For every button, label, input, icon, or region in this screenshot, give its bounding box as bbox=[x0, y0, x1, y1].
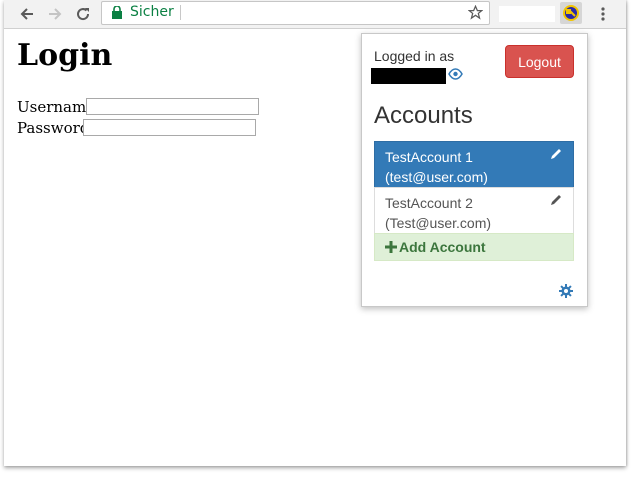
extension-placeholder bbox=[499, 6, 555, 22]
page-title: Login bbox=[17, 38, 113, 73]
account-item[interactable]: TestAccount 2 (Test@user.com) bbox=[374, 187, 574, 233]
gear-icon[interactable] bbox=[559, 284, 573, 298]
browser-menu-button[interactable] bbox=[593, 4, 613, 24]
address-separator bbox=[180, 5, 181, 20]
account-email: (Test@user.com) bbox=[385, 215, 492, 231]
extension-key-icon bbox=[563, 5, 579, 21]
pencil-icon[interactable] bbox=[549, 193, 563, 207]
extension-button[interactable] bbox=[560, 2, 582, 24]
logout-button[interactable]: Logout bbox=[505, 45, 574, 78]
redacted-username bbox=[371, 68, 446, 84]
browser-toolbar: Sicher bbox=[4, 0, 626, 29]
accounts-heading: Accounts bbox=[374, 102, 473, 129]
account-name: TestAccount 2 bbox=[385, 195, 473, 211]
add-account-button[interactable]: Add Account bbox=[374, 233, 574, 261]
reload-button[interactable] bbox=[73, 4, 93, 24]
pencil-icon[interactable] bbox=[549, 147, 563, 161]
reload-icon bbox=[77, 8, 90, 21]
lock-icon bbox=[112, 6, 122, 19]
kebab-menu-icon bbox=[601, 7, 605, 21]
extension-popup: Logged in as Logout Accounts TestAccount… bbox=[361, 33, 588, 307]
username-input[interactable] bbox=[86, 98, 259, 115]
star-icon[interactable] bbox=[468, 5, 483, 20]
plus-icon bbox=[385, 241, 397, 253]
logged-in-label: Logged in as bbox=[374, 48, 455, 64]
forward-button[interactable] bbox=[45, 4, 65, 24]
secure-label: Sicher bbox=[130, 4, 174, 20]
account-item-active[interactable]: TestAccount 1 (test@user.com) bbox=[374, 141, 574, 187]
password-input[interactable] bbox=[83, 119, 256, 136]
back-arrow-icon bbox=[20, 8, 33, 20]
accounts-list: TestAccount 1 (test@user.com) TestAccoun… bbox=[374, 141, 574, 261]
account-name: TestAccount 1 bbox=[385, 149, 473, 165]
account-email: (test@user.com) bbox=[385, 169, 488, 185]
back-button[interactable] bbox=[17, 4, 37, 24]
add-account-label: Add Account bbox=[399, 239, 486, 255]
address-bar[interactable]: Sicher bbox=[101, 1, 490, 25]
forward-arrow-icon bbox=[49, 8, 62, 20]
eye-icon[interactable] bbox=[448, 68, 463, 80]
